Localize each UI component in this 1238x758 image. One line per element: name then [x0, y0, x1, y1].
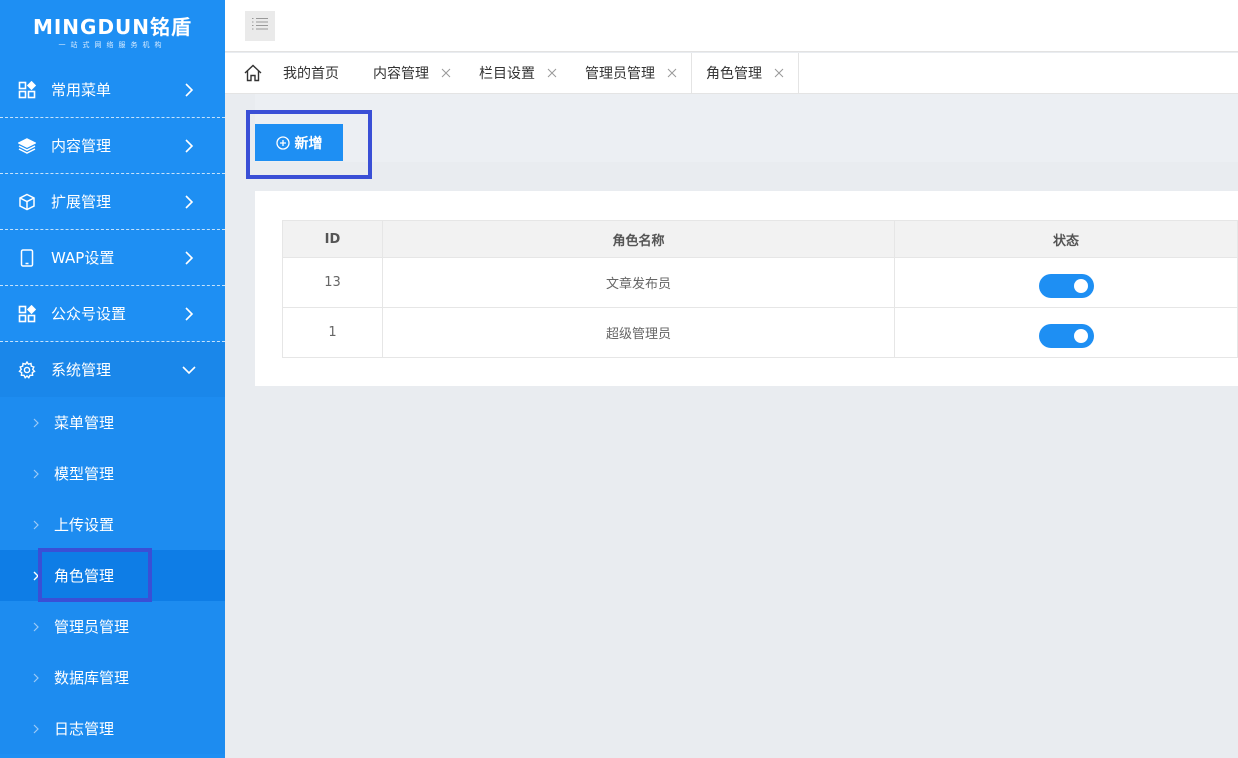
- list-icon: [251, 17, 269, 35]
- role-table: ID 角色名称 状态 13 文章发布员 1 超级管理员: [282, 220, 1238, 358]
- submenu-item-label: 数据库管理: [54, 669, 130, 687]
- sidebar-item-content[interactable]: 内容管理: [0, 118, 225, 174]
- tab-column-settings[interactable]: 栏目设置: [465, 53, 571, 93]
- submenu-item-label: 角色管理: [54, 567, 115, 585]
- chevron-right-icon: [32, 673, 42, 683]
- grid-icon: [18, 304, 36, 323]
- tab-content[interactable]: 内容管理: [359, 53, 465, 93]
- layers-icon: [18, 137, 36, 155]
- add-button[interactable]: 新增: [255, 124, 343, 161]
- tab-label: 管理员管理: [585, 66, 655, 82]
- main-content: 新增 ID 角色名称 状态 13 文章发布员 1 超级管理员: [225, 94, 1238, 758]
- system-submenu: 菜单管理 模型管理 上传设置 角色管理 管理员管理 数据库管理 日志管理: [0, 397, 225, 754]
- chevron-right-icon: [32, 571, 42, 581]
- tab-home[interactable]: 我的首页: [283, 53, 359, 93]
- column-header-id: ID: [282, 220, 383, 258]
- chevron-right-icon: [182, 138, 196, 153]
- logo: MINGDUN铭盾 一站式网络服务机构: [0, 0, 225, 62]
- sidebar-item-official-account[interactable]: 公众号设置: [0, 286, 225, 342]
- cell-name: 超级管理员: [382, 307, 895, 358]
- tab-label: 内容管理: [373, 66, 429, 82]
- chevron-right-icon: [182, 82, 196, 97]
- sidebar: MINGDUN铭盾 一站式网络服务机构 常用菜单 内容管理 扩展管理 WAP设置: [0, 0, 225, 758]
- cell-id: 13: [282, 257, 383, 308]
- toggle-knob: [1073, 328, 1088, 343]
- cell-status: [894, 307, 1238, 358]
- cell-status: [894, 257, 1238, 308]
- chevron-right-icon: [182, 194, 196, 209]
- submenu-item-upload[interactable]: 上传设置: [0, 499, 225, 550]
- sidebar-item-label: 内容管理: [51, 137, 112, 155]
- logo-sub: 一站式网络服务机构: [58, 41, 167, 49]
- sidebar-item-system[interactable]: 系统管理: [0, 342, 225, 397]
- submenu-item-label: 模型管理: [54, 465, 115, 483]
- add-button-label: 新增: [294, 135, 323, 152]
- sidebar-item-common-menu[interactable]: 常用菜单: [0, 62, 225, 118]
- submenu-item-log[interactable]: 日志管理: [0, 703, 225, 754]
- topbar: [225, 0, 1238, 52]
- menu-toggle-button[interactable]: [245, 11, 275, 41]
- chevron-right-icon: [32, 520, 42, 530]
- tab-admin[interactable]: 管理员管理: [571, 53, 691, 93]
- tab-bar: 我的首页 内容管理 栏目设置 管理员管理 角色管理: [225, 53, 1238, 94]
- close-icon[interactable]: [547, 68, 557, 78]
- chevron-right-icon: [32, 469, 42, 479]
- column-header-status: 状态: [894, 220, 1238, 258]
- tab-label: 我的首页: [283, 66, 339, 82]
- submenu-item-label: 管理员管理: [54, 618, 130, 636]
- sidebar-item-label: 常用菜单: [51, 81, 112, 99]
- close-icon[interactable]: [774, 68, 784, 78]
- sidebar-item-label: WAP设置: [51, 249, 115, 267]
- tab-label: 角色管理: [706, 66, 762, 82]
- box-icon: [18, 193, 36, 211]
- sidebar-item-label: 扩展管理: [51, 193, 112, 211]
- sidebar-item-label: 系统管理: [51, 361, 112, 379]
- sidebar-item-extension[interactable]: 扩展管理: [0, 174, 225, 230]
- table-panel: ID 角色名称 状态 13 文章发布员 1 超级管理员: [255, 191, 1238, 386]
- chevron-down-icon: [182, 363, 196, 377]
- gear-icon: [18, 360, 36, 379]
- chevron-right-icon: [32, 418, 42, 428]
- submenu-item-menu[interactable]: 菜单管理: [0, 397, 225, 448]
- sidebar-item-label: 公众号设置: [51, 305, 127, 323]
- sidebar-item-wap[interactable]: WAP设置: [0, 230, 225, 286]
- table-header-row: ID 角色名称 状态: [282, 220, 1238, 258]
- submenu-item-model[interactable]: 模型管理: [0, 448, 225, 499]
- status-toggle[interactable]: [1038, 323, 1094, 348]
- close-icon[interactable]: [441, 68, 451, 78]
- close-icon[interactable]: [667, 68, 677, 78]
- plus-circle-icon: [275, 135, 290, 150]
- toggle-knob: [1073, 278, 1088, 293]
- grid-icon: [18, 80, 36, 99]
- logo-main: MINGDUN铭盾: [32, 15, 193, 39]
- chevron-right-icon: [182, 250, 196, 265]
- status-toggle[interactable]: [1038, 273, 1094, 298]
- submenu-item-label: 上传设置: [54, 516, 115, 534]
- submenu-item-database[interactable]: 数据库管理: [0, 652, 225, 703]
- toolbar: [255, 94, 1238, 162]
- column-header-name: 角色名称: [382, 220, 895, 258]
- phone-icon: [18, 248, 36, 267]
- tab-label: 栏目设置: [479, 66, 535, 82]
- chevron-right-icon: [32, 622, 42, 632]
- chevron-right-icon: [182, 306, 196, 321]
- tab-role[interactable]: 角色管理: [691, 53, 799, 93]
- submenu-item-admin[interactable]: 管理员管理: [0, 601, 225, 652]
- chevron-right-icon: [32, 724, 42, 734]
- cell-name: 文章发布员: [382, 257, 895, 308]
- submenu-item-label: 日志管理: [54, 720, 115, 738]
- table-row: 13 文章发布员: [282, 257, 1238, 308]
- cell-id: 1: [282, 307, 383, 358]
- submenu-item-role[interactable]: 角色管理: [0, 548, 225, 602]
- home-icon[interactable]: [244, 53, 262, 93]
- submenu-item-label: 菜单管理: [54, 414, 115, 432]
- table-row: 1 超级管理员: [282, 307, 1238, 358]
